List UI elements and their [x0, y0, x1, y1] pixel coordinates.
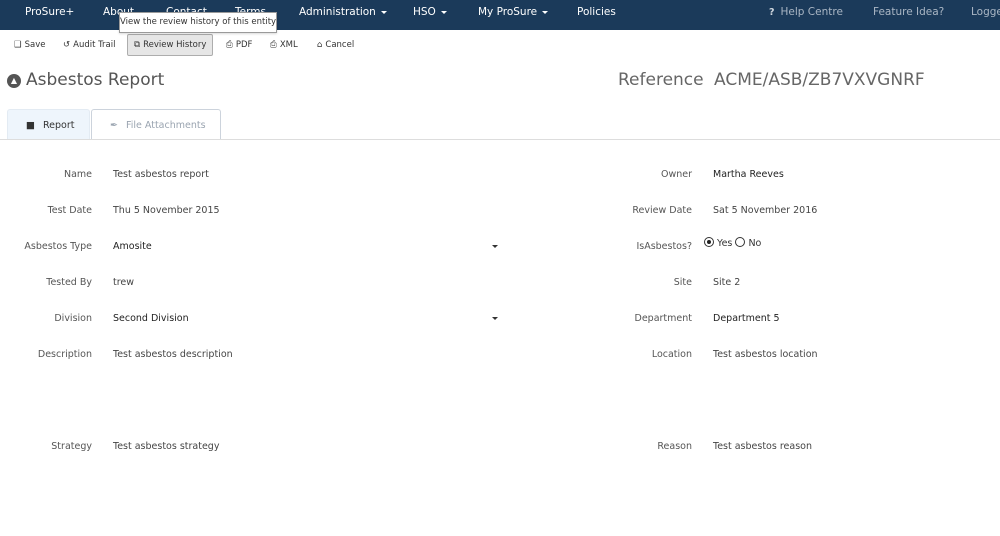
chevron-down-icon: [440, 10, 447, 14]
chevron-down-icon: [542, 10, 549, 14]
paperclip-icon: ✒: [110, 120, 118, 131]
asbestos-type-label: Asbestos Type: [24, 241, 92, 252]
name-label: Name: [63, 169, 92, 180]
nav-hso[interactable]: HSO: [413, 0, 447, 30]
save-button[interactable]: ❑ Save: [14, 34, 46, 56]
is-asbestos-yes-radio[interactable]: [704, 237, 714, 247]
owner-value: Martha Reeves: [713, 169, 784, 180]
pdf-label: PDF: [235, 40, 253, 50]
nav-prosure-home[interactable]: ProSure+: [25, 0, 74, 30]
site-value: Site 2: [713, 277, 741, 288]
nav-policies[interactable]: Policies: [577, 0, 616, 30]
save-label: Save: [24, 40, 46, 50]
review-history-tooltip: View the review history of this entity: [119, 12, 277, 33]
reason-label: Reason: [657, 441, 692, 452]
xml-button[interactable]: ⎙ XML: [270, 34, 298, 56]
tested-by-label: Tested By: [46, 277, 92, 288]
reference-value: ACME/ASB/ZB7VXVGNRF: [714, 70, 925, 90]
tab-file-attachments[interactable]: ✒ File Attachments: [91, 109, 221, 140]
tested-by-value: trew: [113, 277, 135, 288]
review-history-label: Review History: [143, 40, 207, 50]
reason-value: Test asbestos reason: [713, 441, 812, 452]
nav-hso-label: HSO: [413, 6, 436, 18]
pdf-button[interactable]: ⎙ PDF: [226, 34, 252, 56]
tab-report-label: Report: [42, 120, 75, 131]
is-asbestos-label: IsAsbestos?: [636, 241, 692, 252]
history-icon: ↺: [63, 40, 71, 50]
strategy-value: Test asbestos strategy: [113, 441, 220, 452]
audit-trail-label: Audit Trail: [73, 40, 116, 50]
nav-feature-idea[interactable]: Feature Idea?: [873, 0, 944, 30]
nav-help-centre[interactable]: ? Help Centre: [769, 0, 843, 30]
nav-logged-in[interactable]: Logge: [971, 0, 1000, 30]
copy-icon: ⧉: [134, 40, 141, 50]
site-label: Site: [673, 277, 692, 288]
cancel-button[interactable]: ⌂ Cancel: [317, 34, 354, 56]
asbestos-type-select[interactable]: Amosite: [113, 241, 152, 252]
is-asbestos-no-radio[interactable]: [735, 237, 746, 247]
test-date-value: Thu 5 November 2015: [113, 205, 220, 216]
file-icon: ■: [26, 120, 35, 131]
review-history-button[interactable]: ⧉ Review History: [127, 34, 214, 56]
description-label: Description: [37, 349, 92, 360]
location-label: Location: [651, 349, 692, 360]
nav-administration[interactable]: Administration: [299, 0, 387, 30]
chevron-down-icon: [380, 10, 387, 14]
save-icon: ❑: [14, 40, 22, 50]
tab-file-attachments-label: File Attachments: [125, 120, 206, 131]
pdf-file-icon: ⎙: [226, 40, 233, 50]
chevron-down-icon[interactable]: [492, 245, 498, 248]
name-value: Test asbestos report: [113, 169, 209, 180]
tabs-divider: [0, 139, 1000, 140]
is-asbestos-radio-group: Yes No: [704, 237, 761, 249]
nav-my-prosure[interactable]: My ProSure: [478, 0, 549, 30]
cancel-label: Cancel: [325, 40, 355, 50]
review-date-value: Sat 5 November 2016: [713, 205, 818, 216]
is-asbestos-no-label: No: [748, 238, 762, 249]
question-icon: ?: [769, 7, 775, 18]
division-label: Division: [54, 313, 92, 324]
is-asbestos-yes-label: Yes: [717, 238, 733, 249]
review-date-label: Review Date: [632, 205, 692, 216]
department-label: Department: [634, 313, 693, 324]
nav-help-centre-label: Help Centre: [780, 6, 843, 18]
page-title: Asbestos Report: [26, 70, 165, 90]
audit-trail-button[interactable]: ↺ Audit Trail: [63, 34, 116, 56]
tab-report[interactable]: ■ Report: [7, 109, 90, 140]
location-value: Test asbestos location: [713, 349, 818, 360]
action-toolbar: ❑ Save ↺ Audit Trail ⧉ Review History ⎙ PDF …: [0, 34, 1000, 56]
chevron-down-icon[interactable]: [492, 317, 498, 320]
division-select[interactable]: Second Division: [113, 313, 189, 324]
nav-my-prosure-label: My ProSure: [478, 6, 538, 18]
xml-label: XML: [279, 40, 298, 50]
nav-administration-label: Administration: [299, 6, 376, 18]
owner-label: Owner: [660, 169, 692, 180]
strategy-label: Strategy: [51, 441, 92, 452]
xml-file-icon: ⎙: [270, 40, 277, 50]
description-value: Test asbestos description: [113, 349, 233, 360]
report-type-icon: ▲: [7, 74, 21, 88]
department-value: Department 5: [713, 313, 780, 324]
test-date-label: Test Date: [47, 205, 92, 216]
home-icon: ⌂: [317, 40, 323, 50]
reference-label: Reference: [618, 70, 704, 90]
